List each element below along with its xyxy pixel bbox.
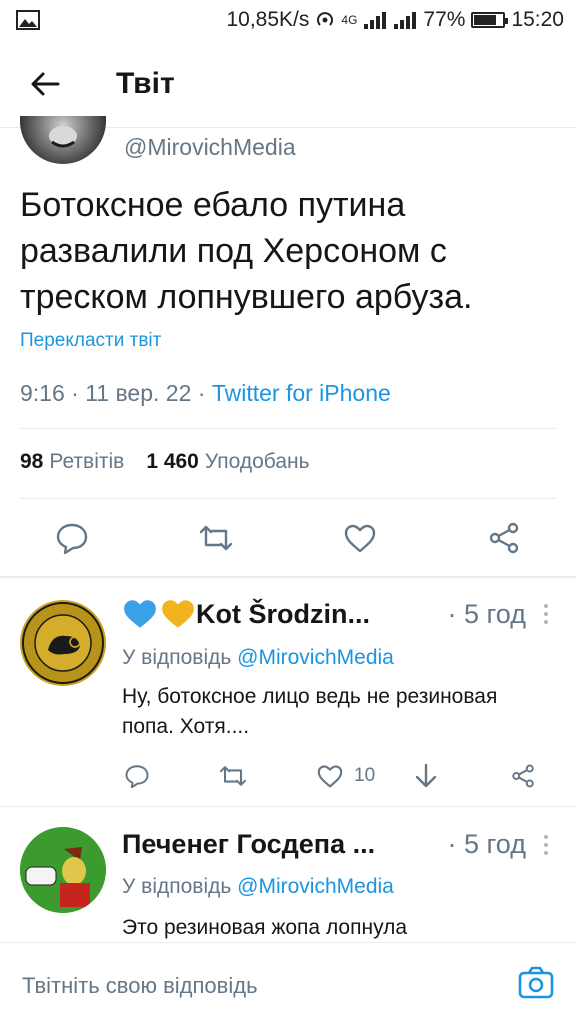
tweet-stats: 98 Ретвітів 1 460 Уподобань (20, 450, 310, 474)
reply-author-name[interactable]: Kot Šrodzin... (196, 599, 370, 630)
battery-icon (471, 12, 509, 28)
reply-input[interactable]: Твітніть свою відповідь (22, 973, 258, 999)
likes-stat[interactable]: 1 460 Уподобань (146, 450, 309, 474)
battery-percent: 77% (423, 8, 466, 31)
replying-prefix: У відповідь (122, 646, 238, 669)
retweet-icon (199, 525, 233, 551)
comment-icon (56, 523, 88, 554)
share-button[interactable] (510, 758, 536, 794)
comment-icon (125, 765, 149, 788)
avatar[interactable] (20, 116, 106, 164)
divider (20, 428, 556, 429)
signal-icon-2 (394, 12, 417, 29)
like-button[interactable]: 10 (316, 758, 375, 794)
section-divider (0, 576, 576, 578)
heart-icon (317, 765, 343, 788)
author-handle[interactable]: @MirovichMedia (124, 134, 296, 161)
reply-button[interactable] (124, 758, 150, 794)
retweet-button[interactable] (196, 518, 236, 558)
heart-icon (344, 524, 376, 553)
reply-header: Печенег Госдепа ... · 5 год (122, 829, 542, 860)
tweet-timestamp: 9:16 · 11 вер. 22 · (20, 380, 212, 406)
translate-tweet-link[interactable]: Перекласти твіт (20, 330, 161, 352)
reply-actions: 10 (0, 758, 576, 794)
share-button[interactable] (484, 518, 524, 558)
retweets-label: Ретвітів (49, 450, 125, 473)
mention-link[interactable]: @MirovichMedia (237, 646, 394, 669)
reply-author-name[interactable]: Печенег Госдепа ... (122, 829, 375, 860)
share-icon (489, 522, 519, 554)
reply-button[interactable] (52, 518, 92, 558)
tweet-text: Ботоксное ебало путина развалили под Хер… (20, 186, 473, 316)
replying-prefix: У відповідь (122, 875, 238, 898)
gallery-icon (16, 10, 40, 30)
network-speed: 10,85K/s (226, 8, 310, 31)
reply-time: · 5 год (447, 598, 526, 629)
like-count: 10 (354, 765, 376, 786)
more-options-icon[interactable] (540, 833, 552, 857)
arrow-down-icon (415, 763, 437, 788)
network-type: 4G (341, 13, 358, 27)
tweet-actions (0, 518, 576, 562)
retweet-icon (219, 766, 247, 786)
clock: 15:20 (511, 8, 564, 31)
replying-to: У відповідь @MirovichMedia (122, 646, 394, 670)
reply-time: · 5 год (447, 829, 526, 859)
retweets-count: 98 (20, 450, 44, 473)
status-bar: 10,85K/s 4G 77% 15:20 (0, 0, 576, 40)
reply-text: Это резиновая жопа лопнула (122, 916, 408, 939)
signal-icon (364, 12, 387, 29)
downvote-button[interactable] (414, 758, 438, 794)
share-icon (512, 764, 534, 788)
reply-header: Kot Šrodzin... · 5 год (122, 598, 542, 630)
mention-link[interactable]: @MirovichMedia (237, 875, 394, 898)
hotspot-icon (317, 12, 334, 26)
back-button[interactable] (20, 59, 70, 109)
retweet-button[interactable] (218, 758, 248, 794)
blue-heart-icon (124, 600, 156, 628)
more-options-icon[interactable] (540, 602, 552, 626)
page-title: Твіт (116, 66, 175, 100)
likes-count: 1 460 (146, 450, 199, 473)
section-divider (0, 806, 576, 807)
header: Твіт (0, 40, 576, 128)
like-button[interactable] (340, 518, 380, 558)
camera-icon[interactable] (518, 965, 554, 1001)
reply-compose-bar: Твітніть свою відповідь (0, 942, 576, 1024)
reply-text: Ну, ботоксное лицо ведь не резиновая поп… (122, 685, 498, 738)
likes-label: Уподобань (204, 450, 310, 473)
avatar[interactable] (20, 827, 106, 913)
arrow-left-icon (31, 72, 60, 95)
yellow-heart-icon (162, 600, 194, 628)
avatar[interactable] (20, 600, 106, 686)
replying-to: У відповідь @MirovichMedia (122, 875, 394, 899)
divider (20, 498, 556, 499)
tweet-meta: 9:16 · 11 вер. 22 · Twitter for iPhone (20, 380, 391, 407)
tweet-source-link[interactable]: Twitter for iPhone (212, 380, 391, 406)
retweets-stat[interactable]: 98 Ретвітів (20, 450, 124, 474)
